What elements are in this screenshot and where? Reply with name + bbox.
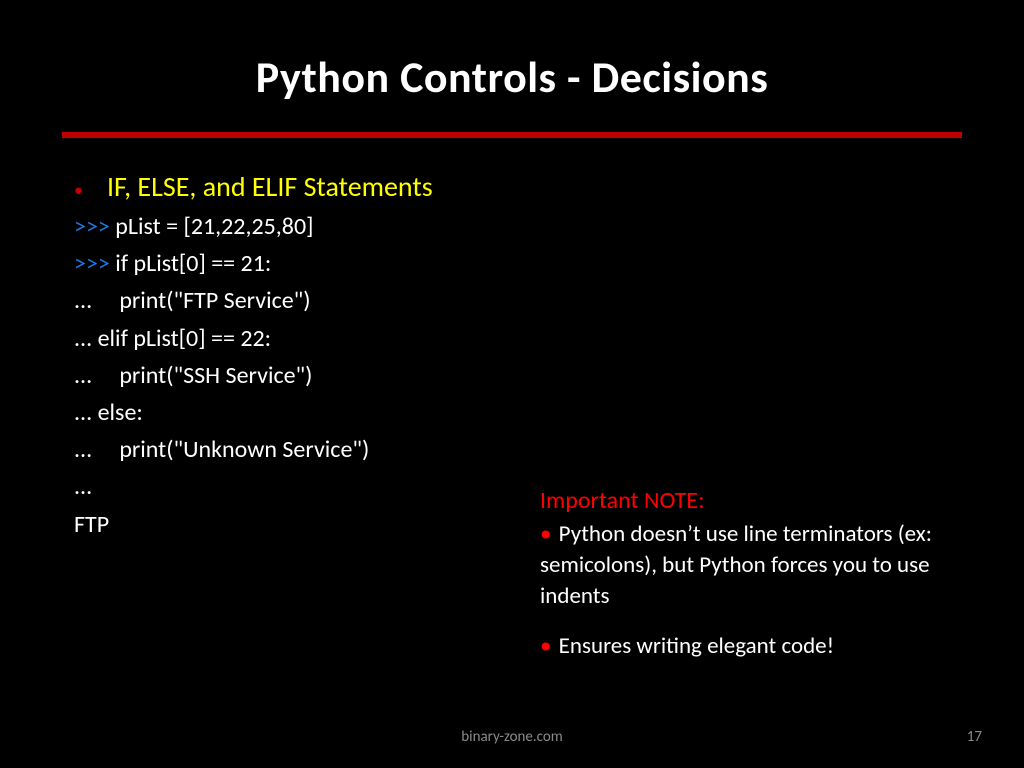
- code-text: if pList[0] == 21:: [115, 249, 271, 278]
- prompt-icon: >>>: [74, 249, 115, 278]
- bullet-dot-icon: •: [74, 174, 107, 206]
- bullet-heading: • IF, ELSE, and ELIF Statements: [74, 166, 964, 208]
- code-line: ... print("SSH Service"): [74, 357, 964, 394]
- code-line: ... print("Unknown Service"): [74, 431, 964, 468]
- bullet-dot-icon: •: [540, 520, 551, 548]
- note-item: • Ensures writing elegant code!: [540, 631, 960, 662]
- continuation-icon: ...: [74, 286, 119, 315]
- title-underline: [62, 132, 962, 138]
- continuation-icon: ...: [74, 361, 119, 390]
- code-line: ... elif pList[0] == 22:: [74, 320, 964, 357]
- code-text: elif pList[0] == 22:: [98, 324, 271, 353]
- note-text: Ensures writing elegant code!: [559, 632, 834, 660]
- code-text: print("Unknown Service"): [119, 435, 369, 464]
- code-text: pList = [21,22,25,80]: [115, 212, 313, 241]
- page-number: 17: [967, 728, 982, 746]
- continuation-icon: ...: [74, 398, 98, 427]
- note-text: Python doesn: [559, 520, 687, 548]
- code-text: else:: [98, 398, 143, 427]
- code-text: print("SSH Service"): [119, 361, 312, 390]
- prompt-icon: >>>: [74, 212, 115, 241]
- bullet-dot-icon: •: [540, 632, 551, 660]
- note-item: • Python doesn’t use line terminators (e…: [540, 519, 960, 612]
- code-line: >>> pList = [21,22,25,80]: [74, 208, 964, 245]
- continuation-icon: ...: [74, 435, 119, 464]
- code-line: ... else:: [74, 394, 964, 431]
- continuation-icon: ...: [74, 472, 92, 501]
- note-heading: Important NOTE:: [540, 485, 960, 517]
- bullet-heading-text: IF, ELSE, and ELIF Statements: [107, 166, 433, 208]
- slide-title: Python Controls - Decisions: [60, 50, 964, 104]
- note-box: Important NOTE: • Python doesn’t use lin…: [540, 485, 960, 662]
- code-line: >>> if pList[0] == 21:: [74, 245, 964, 282]
- spacer: [540, 613, 960, 631]
- footer-source: binary-zone.com: [0, 728, 1024, 746]
- slide: Python Controls - Decisions • IF, ELSE, …: [0, 0, 1024, 768]
- code-text: print("FTP Service"): [119, 286, 310, 315]
- code-line: ... print("FTP Service"): [74, 282, 964, 319]
- continuation-icon: ...: [74, 324, 98, 353]
